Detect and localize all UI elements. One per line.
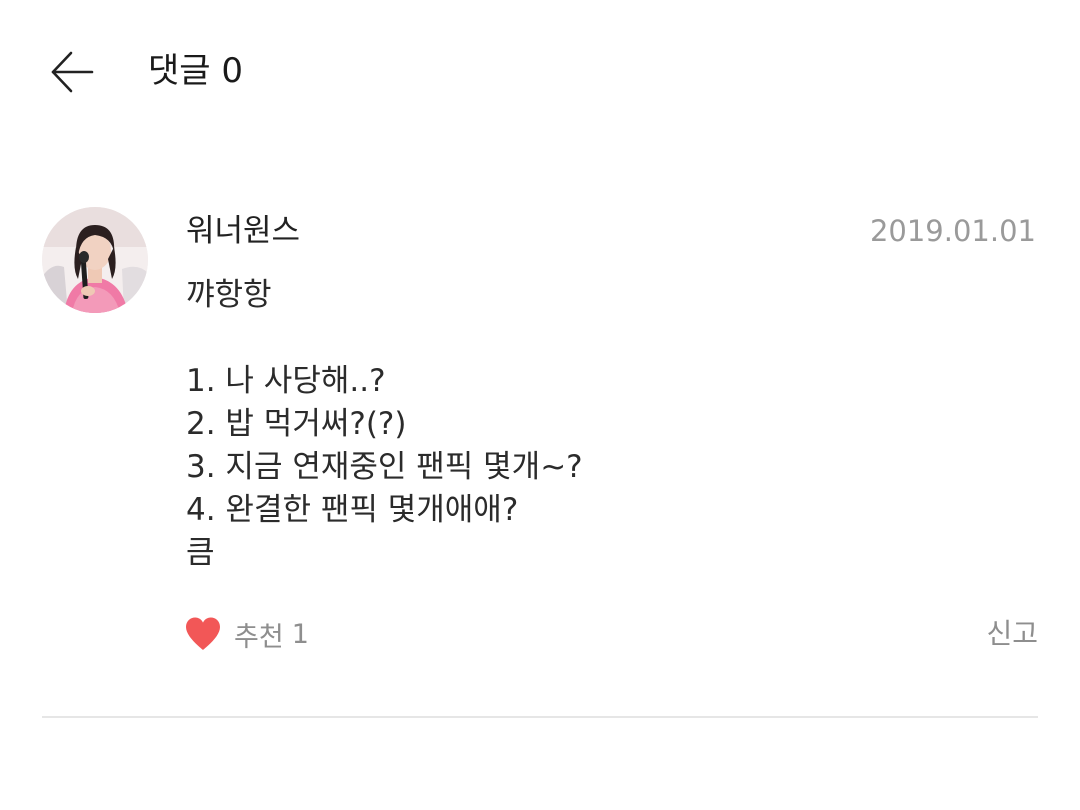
comment-date: 2019.01.01 bbox=[869, 214, 1036, 248]
like-count: 1 bbox=[291, 618, 309, 650]
comment-line: 3. 지금 연재중인 팬픽 몇개~? bbox=[186, 449, 583, 485]
heart-icon bbox=[184, 616, 222, 652]
like-button[interactable]: 추천 1 bbox=[184, 612, 309, 656]
like-label: 추천 bbox=[234, 621, 284, 653]
profile-photo bbox=[42, 207, 148, 313]
comment-body: 꺄항항 1. 나 사당해..? 2. 밥 먹거써?(?) 3. 지금 연재중인 … bbox=[186, 274, 1036, 575]
comment-line: 큼 bbox=[186, 535, 215, 571]
divider bbox=[42, 716, 1038, 718]
comment-actions: 추천 1 신고 bbox=[0, 612, 1080, 656]
comment-line: 4. 완결한 팬픽 몇개애애? bbox=[186, 492, 519, 528]
comment-line: 1. 나 사당해..? bbox=[186, 363, 386, 399]
page-title: 댓글 0 bbox=[148, 51, 243, 91]
comment-username[interactable]: 워너원스 bbox=[186, 210, 300, 252]
comment-line bbox=[186, 317, 1036, 360]
report-button[interactable]: 신고 bbox=[986, 612, 1038, 656]
comment-line: 꺄항항 bbox=[186, 277, 272, 313]
header: 댓글 0 bbox=[0, 0, 1080, 140]
arrow-left-icon bbox=[51, 51, 94, 93]
avatar[interactable] bbox=[42, 207, 148, 313]
comment-line: 2. 밥 먹거써?(?) bbox=[186, 406, 407, 442]
back-button[interactable] bbox=[44, 44, 100, 100]
comment-item: 워너원스 2019.01.01 꺄항항 1. 나 사당해..? 2. 밥 먹거써… bbox=[0, 190, 1080, 720]
